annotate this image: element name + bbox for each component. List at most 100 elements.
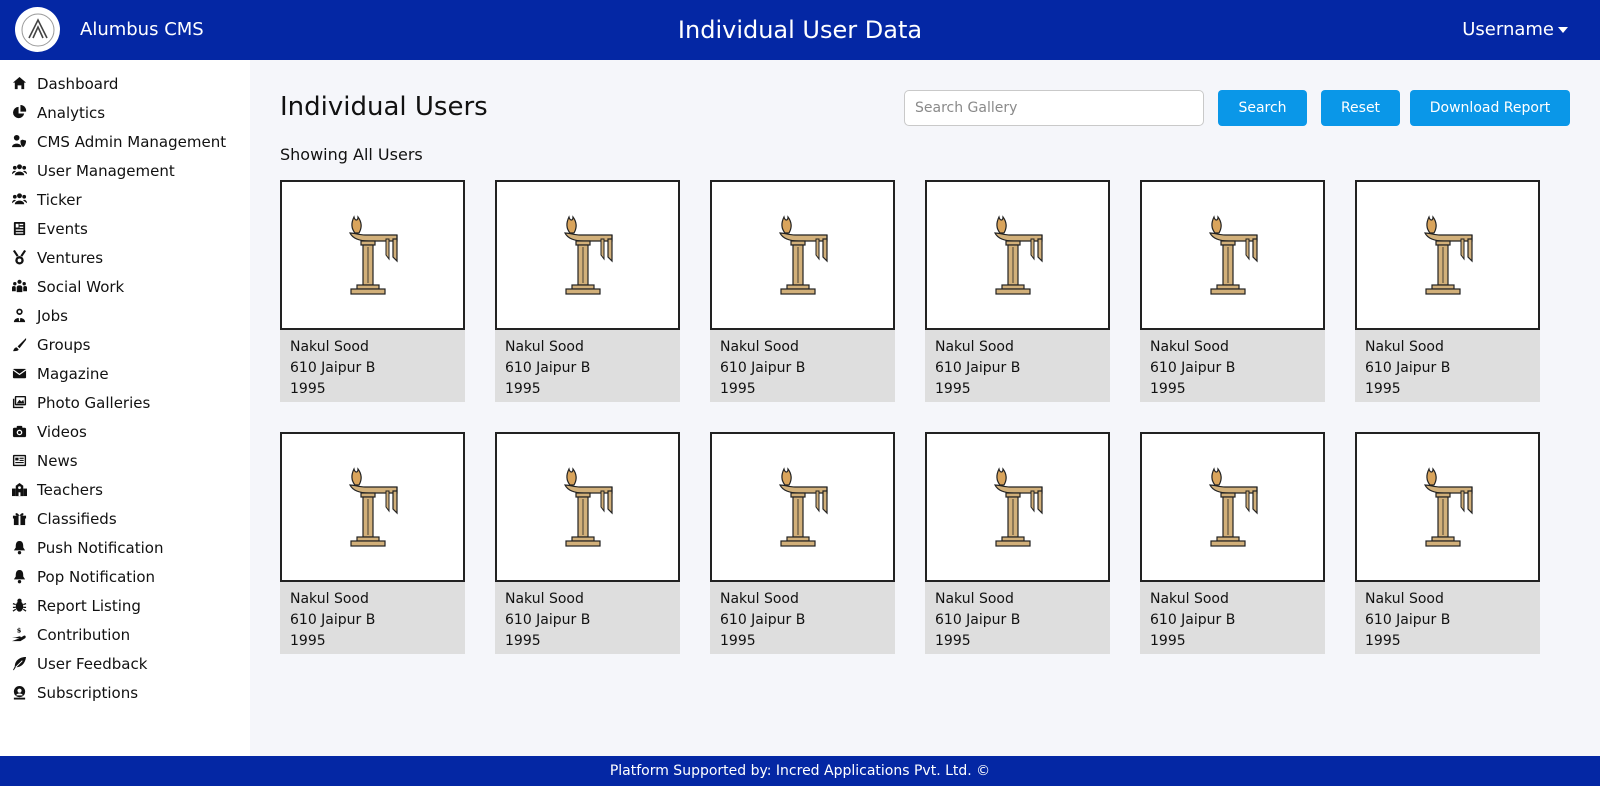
sidebar-item-groups[interactable]: Groups [0,330,250,359]
user-address: 610 Jaipur B [1365,612,1451,628]
user-year: 1995 [935,633,971,649]
user-shield-icon [10,133,28,151]
user-year: 1995 [1365,381,1401,397]
bell-icon [10,568,28,586]
user-card-image[interactable] [925,432,1110,582]
user-card-image[interactable] [710,432,895,582]
user-address: 610 Jaipur B [935,612,1021,628]
sidebar-item-label: News [37,451,78,470]
user-card[interactable]: Nakul Sood 610 Jaipur B 1995 [280,432,465,654]
sidebar-item-label: Events [37,219,88,238]
user-year: 1995 [1150,633,1186,649]
user-address: 610 Jaipur B [1365,360,1451,376]
showing-users-label: Showing All Users [280,145,423,164]
user-card[interactable]: Nakul Sood 610 Jaipur B 1995 [495,432,680,654]
user-address: 610 Jaipur B [720,612,806,628]
user-year: 1995 [505,381,541,397]
user-menu-dropdown[interactable]: Username [1462,0,1568,60]
bell-icon [10,539,28,557]
sidebar-item-social-work[interactable]: Social Work [0,272,250,301]
sidebar-item-label: Contribution [37,625,131,644]
user-card-info: Nakul Sood 610 Jaipur B 1995 [280,582,465,654]
sidebar-item-report-listing[interactable]: Report Listing [0,591,250,620]
user-address: 610 Jaipur B [290,360,376,376]
user-card[interactable]: Nakul Sood 610 Jaipur B 1995 [495,180,680,402]
user-card[interactable]: Nakul Sood 610 Jaipur B 1995 [925,432,1110,654]
search-input[interactable] [904,90,1204,126]
sidebar-item-analytics[interactable]: Analytics [0,98,250,127]
user-card-image[interactable] [280,432,465,582]
top-navbar: Alumbus CMS Individual User Data Usernam… [0,0,1600,60]
user-card-image[interactable] [1355,432,1540,582]
sidebar-item-ticker[interactable]: Ticker [0,185,250,214]
user-card-image[interactable] [280,180,465,330]
user-address: 610 Jaipur B [935,360,1021,376]
user-card[interactable]: Nakul Sood 610 Jaipur B 1995 [280,180,465,402]
users-icon [10,162,28,180]
user-name: Nakul Sood [1150,591,1229,607]
sidebar-item-user-management[interactable]: User Management [0,156,250,185]
oil-lamp-image [778,215,828,295]
user-card-image[interactable] [495,180,680,330]
sidebar-item-events[interactable]: Events [0,214,250,243]
sidebar-item-label: Groups [37,335,91,354]
sidebar-item-ventures[interactable]: Ventures [0,243,250,272]
sidebar-item-dashboard[interactable]: Dashboard [0,69,250,98]
sidebar-item-videos[interactable]: Videos [0,417,250,446]
gift-icon [10,510,28,528]
images-icon [10,394,28,412]
user-year: 1995 [1150,381,1186,397]
user-card[interactable]: Nakul Sood 610 Jaipur B 1995 [710,432,895,654]
sidebar-item-classifieds[interactable]: Classifieds [0,504,250,533]
user-card-info: Nakul Sood 610 Jaipur B 1995 [925,330,1110,402]
oil-lamp-image [993,467,1043,547]
sidebar-item-contribution[interactable]: $ Contribution [0,620,250,649]
user-card-image[interactable] [1355,180,1540,330]
user-name: Nakul Sood [290,591,369,607]
user-name: Nakul Sood [505,339,584,355]
user-card[interactable]: Nakul Sood 610 Jaipur B 1995 [1140,432,1325,654]
sidebar-item-label: Analytics [37,103,106,122]
sidebar-item-user-feedback[interactable]: User Feedback [0,649,250,678]
sidebar-item-label: Magazine [37,364,109,383]
user-card[interactable]: Nakul Sood 610 Jaipur B 1995 [1355,180,1540,402]
sidebar-item-photo-galleries[interactable]: Photo Galleries [0,388,250,417]
sidebar-item-label: Ticker [37,190,82,209]
sidebar-item-news[interactable]: News [0,446,250,475]
sidebar-item-cms-admin-management[interactable]: CMS Admin Management [0,127,250,156]
user-card[interactable]: Nakul Sood 610 Jaipur B 1995 [710,180,895,402]
people-group-icon [10,278,28,296]
sidebar-item-label: Pop Notification [37,567,156,586]
sidebar-item-teachers[interactable]: Teachers [0,475,250,504]
sidebar-item-push-notification[interactable]: Push Notification [0,533,250,562]
user-card[interactable]: Nakul Sood 610 Jaipur B 1995 [925,180,1110,402]
user-card-image[interactable] [710,180,895,330]
search-button[interactable]: Search [1218,90,1307,126]
user-year: 1995 [720,633,756,649]
user-card-image[interactable] [925,180,1110,330]
user-card-image[interactable] [1140,180,1325,330]
user-card-image[interactable] [495,432,680,582]
sidebar-item-label: Photo Galleries [37,393,151,412]
user-year: 1995 [720,381,756,397]
oil-lamp-image [1423,467,1473,547]
sidebar-item-label: Teachers [37,480,103,499]
user-card[interactable]: Nakul Sood 610 Jaipur B 1995 [1140,180,1325,402]
sidebar-item-jobs[interactable]: Jobs [0,301,250,330]
sidebar-item-label: Jobs [37,306,68,325]
user-card[interactable]: Nakul Sood 610 Jaipur B 1995 [1355,432,1540,654]
user-year: 1995 [505,633,541,649]
user-card-image[interactable] [1140,432,1325,582]
school-icon [10,481,28,499]
sidebar-item-subscriptions[interactable]: Subscriptions [0,678,250,707]
user-address: 610 Jaipur B [505,360,591,376]
reset-button[interactable]: Reset [1321,90,1400,126]
sidebar-item-pop-notification[interactable]: Pop Notification [0,562,250,591]
user-address: 610 Jaipur B [1150,360,1236,376]
sidebar-item-magazine[interactable]: Magazine [0,359,250,388]
camera-icon [10,423,28,441]
download-report-button[interactable]: Download Report [1410,90,1570,126]
user-card-info: Nakul Sood 610 Jaipur B 1995 [280,330,465,402]
sidebar-item-label: Classifieds [37,509,117,528]
sidebar-menu: Dashboard Analytics CMS Admin Management Us… [0,60,250,707]
